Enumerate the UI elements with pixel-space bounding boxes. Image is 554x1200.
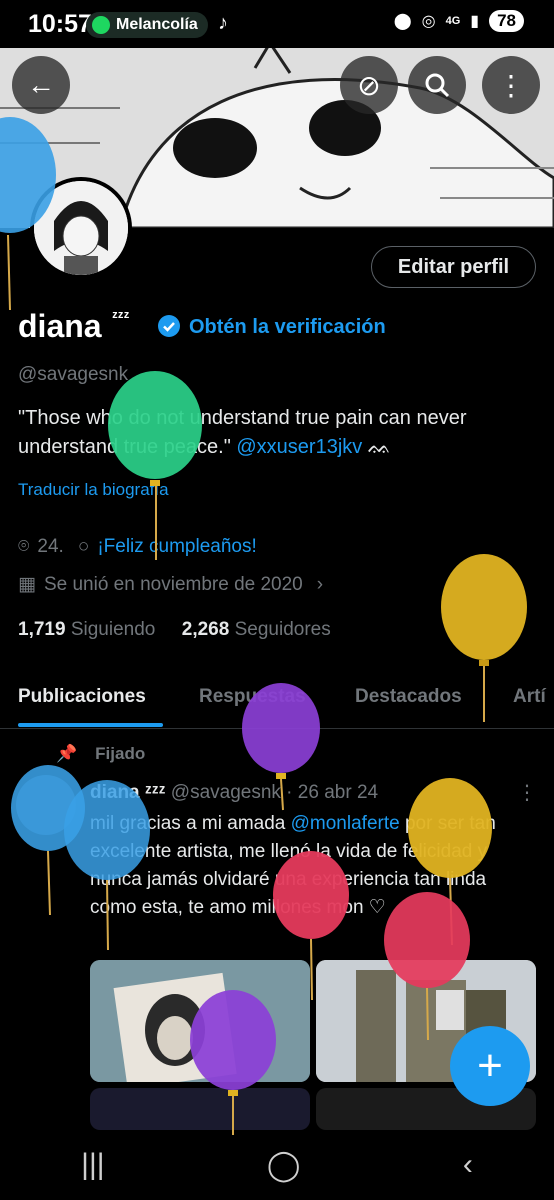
- status-icons: ⬤ ◎ 4G ▮ 78: [394, 10, 524, 32]
- network-label: 4G: [445, 15, 461, 27]
- profile-name-suffix: ᶻᶻᶻ: [112, 309, 130, 326]
- birthday-link[interactable]: ¡Feliz cumpleaños!: [97, 536, 256, 558]
- post-handle-date: @savagesnk · 26 abr 24: [170, 782, 379, 803]
- search-button[interactable]: [408, 56, 466, 114]
- following-link[interactable]: 1,719 Siguiendo: [18, 619, 155, 640]
- system-nav-bar: ||| ◯ ‹: [0, 1130, 554, 1200]
- balloon-icon: [108, 371, 202, 560]
- avatar[interactable]: [30, 177, 132, 279]
- pinned-label: Fijado: [95, 744, 146, 763]
- location-icon: ⬤: [393, 13, 412, 30]
- post-avatar[interactable]: [16, 775, 76, 835]
- more-button[interactable]: ⋮: [482, 56, 540, 114]
- arrow-left-icon: ←: [27, 69, 55, 100]
- tab-destacados[interactable]: Destacados: [355, 686, 462, 708]
- status-bar: 10:57 Melancolía ♪ ⬤ ◎ 4G ▮ 78: [0, 0, 554, 48]
- profile-location: 24.: [37, 536, 64, 557]
- post-text-before: mil gracias a mi amada: [90, 813, 286, 834]
- music-pill[interactable]: Melancolía: [86, 12, 208, 38]
- following-count: 1,719: [18, 619, 66, 640]
- translate-bio-link[interactable]: Traducir la biografía: [18, 480, 169, 500]
- tab-publicaciones[interactable]: Publicaciones: [18, 686, 146, 708]
- plus-icon: +: [477, 1041, 503, 1090]
- profile-name: diana: [18, 308, 102, 344]
- spotify-icon: [92, 16, 110, 34]
- profile-handle: @savagesnk: [18, 364, 129, 385]
- no-sync-button[interactable]: ⊘: [340, 56, 398, 114]
- post-more-icon[interactable]: ⋮: [517, 780, 537, 805]
- back-button[interactable]: ←: [12, 56, 70, 114]
- no-sync-icon: ⊘: [357, 69, 381, 101]
- balloon-icon: ○: [77, 536, 90, 557]
- active-tab-indicator: [18, 723, 163, 727]
- profile-tabs: Publicaciones Respuestas Destacados Artí: [0, 672, 554, 729]
- post-header: diana ᶻᶻᶻ @savagesnk · 26 abr 24: [90, 782, 378, 804]
- tab-articulos[interactable]: Artí: [513, 686, 546, 708]
- back-nav-icon[interactable]: ‹: [463, 1148, 473, 1182]
- profile-meta-row: ⌾ 24. ○ ¡Feliz cumpleaños!: [18, 536, 257, 558]
- music-title: Melancolía: [116, 16, 198, 33]
- post-text: mil gracias a mi amada @monlaferte por s…: [90, 810, 530, 922]
- post-mention-link[interactable]: @monlaferte: [291, 813, 400, 834]
- status-time: 10:57: [28, 10, 92, 38]
- following-label: Siguiendo: [70, 619, 156, 640]
- post-photo-3[interactable]: [90, 1088, 310, 1130]
- hotspot-icon: ◎: [421, 13, 436, 30]
- followers-label: Seguidores: [234, 619, 331, 640]
- calendar-icon: ▦: [18, 574, 36, 595]
- post-author[interactable]: diana ᶻᶻᶻ: [90, 782, 166, 803]
- post-photo-1[interactable]: [90, 960, 310, 1082]
- chevron-right-icon: ›: [316, 573, 324, 595]
- avatar-illustration: [34, 181, 128, 275]
- photo-1-image: [90, 960, 310, 1082]
- more-vertical-icon: ⋮: [497, 69, 525, 101]
- battery-badge: 78: [489, 10, 524, 32]
- join-date-row[interactable]: ▦ Se unió en noviembre de 2020 ›: [18, 573, 323, 596]
- pinned-indicator: 📌 Fijado: [56, 744, 145, 764]
- recents-icon[interactable]: |||: [81, 1148, 104, 1182]
- tiktok-icon: ♪: [218, 12, 228, 34]
- signal-icon: ▮: [470, 13, 480, 30]
- compose-fab-button[interactable]: +: [450, 1026, 530, 1106]
- followers-link[interactable]: 2,268 Seguidores: [182, 619, 331, 640]
- followers-count: 2,268: [181, 619, 230, 640]
- search-icon: [425, 73, 450, 98]
- location-pin-icon: ⌾: [18, 536, 30, 557]
- edit-profile-button[interactable]: Editar perfil: [371, 246, 536, 288]
- profile-bio: "Those who do not understand true pain c…: [18, 404, 538, 462]
- pin-icon: 📌: [56, 744, 78, 763]
- bio-emoji: ᨐ: [367, 436, 392, 458]
- home-icon[interactable]: ◯: [267, 1148, 301, 1183]
- follow-stats: 1,719 Siguiendo 2,268 Seguidores: [18, 619, 331, 641]
- get-verified-link[interactable]: Obtén la verificación: [189, 316, 386, 339]
- tab-respuestas[interactable]: Respuestas: [199, 686, 306, 708]
- join-date: Se unió en noviembre de 2020: [43, 573, 303, 595]
- verified-badge-icon[interactable]: [157, 314, 181, 338]
- bio-mention-link[interactable]: @xxuser13jkv: [236, 436, 362, 458]
